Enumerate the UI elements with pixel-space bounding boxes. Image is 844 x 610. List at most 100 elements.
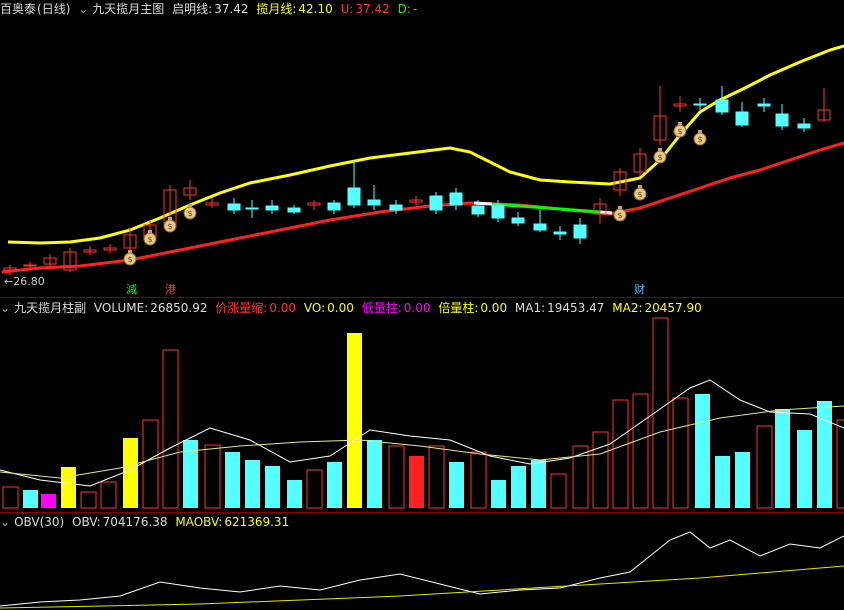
candle-down: [797, 123, 811, 129]
candle-down: [491, 204, 505, 219]
svg-text:$: $: [677, 127, 682, 136]
obv-panel-header: ⌄ OBV(30) OBV: 704176.38 MAOBV: 621369.31: [0, 514, 293, 530]
lanyue-line: [7, 44, 844, 245]
volume-bar: [123, 438, 138, 508]
volume-panel-header: ⌄ 九天揽月柱副 VOLUME: 26850.92 价涨量缩: 0.00 VO: 0.0…: [0, 300, 706, 316]
money-bag-icon: $: [653, 148, 667, 164]
volume-bar: [225, 452, 240, 508]
volume-bar: [470, 451, 487, 509]
candle-down: [227, 203, 241, 211]
candle-down: [693, 103, 707, 106]
volume-bar: [367, 440, 382, 508]
volume-bar: [388, 445, 405, 509]
volume-bar: [245, 460, 260, 508]
volume-bar: [80, 491, 97, 509]
volume-bar: [347, 333, 362, 508]
collapse-icon[interactable]: ⌄: [0, 515, 10, 529]
volume-bar: [265, 466, 280, 508]
candle-down: [735, 111, 749, 126]
money-bag-icon: $: [143, 230, 157, 246]
candle-down: [389, 204, 403, 211]
candle-down: [573, 224, 587, 239]
volume-bar: [612, 399, 629, 509]
volume-bar: [327, 462, 342, 508]
jzlt-label: 价涨量缩:: [215, 301, 268, 315]
volume-bar: [491, 480, 506, 508]
svg-text:$: $: [697, 135, 702, 144]
svg-text:$: $: [147, 235, 152, 244]
ma2-label: MA2:: [612, 301, 643, 315]
volume-bar: [100, 481, 117, 509]
volume-bar: [428, 445, 445, 509]
volume-bar: [592, 431, 609, 509]
volume-bar: [531, 460, 546, 508]
volume-indicator-name[interactable]: 九天揽月柱副: [14, 301, 86, 315]
obv-value: 704176.38: [102, 515, 168, 529]
ma1-label: MA1:: [514, 301, 546, 315]
candle-up: [23, 264, 37, 267]
ma2-value: 20457.90: [644, 301, 702, 315]
money-bag-icon: $: [613, 206, 627, 222]
vo-value: 0.00: [327, 301, 354, 315]
svg-text:$: $: [637, 190, 642, 199]
volume-bar: [449, 462, 464, 508]
svg-text:$: $: [657, 153, 662, 162]
candle-down: [449, 192, 463, 206]
svg-text:$: $: [167, 222, 172, 231]
volume-bar: [715, 456, 730, 508]
candle-down: [287, 207, 301, 213]
money-bag-icon: $: [163, 217, 177, 233]
volume-bar: [672, 397, 689, 509]
vo-label: VO:: [303, 301, 326, 315]
candle-down: [265, 205, 279, 211]
volume-value: 26850.92: [150, 301, 208, 315]
volume-label: VOLUME:: [93, 301, 149, 315]
volume-bar: [817, 401, 832, 508]
svg-text:$: $: [127, 255, 132, 264]
maobv-label: MAOBV:: [175, 515, 223, 529]
volume-bar: [306, 469, 323, 509]
blz-value: 0.00: [480, 301, 508, 315]
volume-bar: [23, 490, 38, 508]
volume-bar: [652, 317, 669, 509]
volume-bar: [756, 425, 773, 509]
signal-port: 港: [165, 283, 176, 296]
obv-indicator-name[interactable]: OBV(30): [14, 515, 64, 529]
qiming-line-down-segment: [489, 202, 601, 214]
dlz-label: 低量柱:: [361, 301, 402, 315]
ma1-value: 19453.47: [547, 301, 605, 315]
candle-down: [429, 195, 443, 211]
signal-wealth: 财: [634, 283, 645, 296]
volume-bar: [735, 452, 750, 508]
volume-bar: [162, 349, 179, 509]
volume-bar: [287, 480, 302, 508]
volume-bar: [775, 409, 790, 508]
jzlt-value: 0.00: [269, 301, 297, 315]
volume-bar: [41, 494, 56, 508]
candle-down: [245, 207, 259, 210]
volume-bar: [550, 473, 567, 509]
volume-bar: [632, 393, 649, 509]
maobv-line: [0, 565, 844, 609]
volume-bar: [61, 467, 76, 508]
svg-text:$: $: [187, 209, 192, 218]
svg-text:$: $: [617, 211, 622, 220]
collapse-icon[interactable]: ⌄: [0, 301, 10, 315]
money-bag-icon: $: [633, 185, 647, 201]
volume-bar: [204, 444, 221, 509]
money-bag-icon: $: [673, 122, 687, 138]
candle-down: [775, 113, 789, 127]
low-price-marker: ←26.80: [4, 275, 45, 288]
volume-bar: [797, 430, 812, 508]
candle-down: [327, 202, 341, 211]
volume-bar: [695, 394, 710, 508]
maobv-value: 621369.31: [224, 515, 290, 529]
volume-bar: [409, 456, 424, 508]
volume-bar: [836, 419, 844, 509]
panel-separator: [0, 512, 844, 513]
blz-label: 倍量柱:: [438, 301, 479, 315]
obv-label: OBV:: [72, 515, 101, 529]
candle-down: [715, 99, 729, 113]
candle-down: [511, 217, 525, 224]
panel-separator: [0, 297, 844, 298]
